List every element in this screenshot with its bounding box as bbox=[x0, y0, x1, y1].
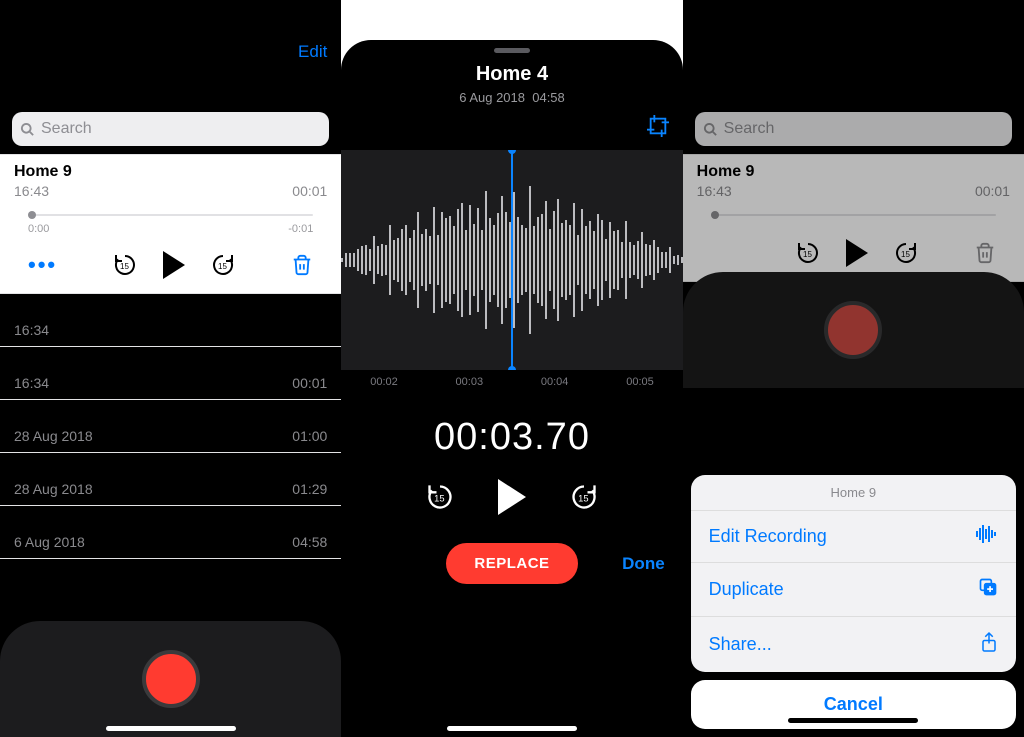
status-bar: 16:47 bbox=[341, 0, 682, 40]
home-indicator[interactable] bbox=[788, 718, 918, 723]
memo-duration: 01:00 bbox=[292, 428, 327, 444]
share-icon bbox=[980, 631, 998, 658]
skip-back-15-button[interactable]: 15 bbox=[426, 483, 454, 511]
memo-name: Home 4 bbox=[14, 514, 327, 532]
location-icon bbox=[399, 17, 411, 29]
memo-sub: 16:34 bbox=[14, 375, 49, 391]
memo-name: Home 7 bbox=[14, 355, 327, 373]
wifi-icon bbox=[618, 17, 634, 29]
memo-duration: 04:58 bbox=[292, 534, 327, 550]
home-indicator[interactable] bbox=[447, 726, 577, 731]
edit-recording-option[interactable]: Edit Recording bbox=[691, 511, 1016, 563]
cellular-icon bbox=[596, 18, 613, 29]
action-sheet: Home 9 Edit Recording Duplicate Share...… bbox=[691, 475, 1016, 729]
record-button[interactable] bbox=[142, 650, 200, 708]
svg-text:15: 15 bbox=[218, 262, 227, 271]
memo-sub: 6 Aug 2018 bbox=[14, 534, 85, 550]
memo-row-selected[interactable]: Home 9 16:43 00:01 0:00 -0:01 ••• 15 15 bbox=[0, 154, 341, 293]
wifi-icon bbox=[276, 17, 292, 29]
sheet-grabber[interactable] bbox=[494, 48, 530, 53]
search-placeholder: Search bbox=[41, 120, 92, 138]
memo-name: Home 9 bbox=[14, 163, 327, 181]
memo-row[interactable]: Home 8 16:34 bbox=[0, 293, 341, 346]
search-input[interactable]: Search bbox=[12, 112, 329, 146]
editor-sheet: Home 4 6 Aug 2018 04:58 00:0200:0300:040… bbox=[341, 40, 682, 737]
location-icon bbox=[58, 17, 70, 29]
waveform-icon bbox=[976, 525, 998, 548]
page-title: Voice Memos bbox=[0, 66, 341, 112]
phone-list-screen: 16:46 Edit Voice Memos Search Home 9 16:… bbox=[0, 0, 341, 737]
memo-duration: 01:29 bbox=[292, 481, 327, 497]
sheet-title: Home 9 bbox=[691, 475, 1016, 511]
trim-button[interactable] bbox=[647, 124, 669, 141]
more-button[interactable]: ••• bbox=[28, 252, 57, 278]
edit-row: Edit bbox=[0, 40, 341, 66]
memo-row[interactable]: Home 6 28 Aug 2018 01:00 bbox=[0, 399, 341, 452]
scrub-end: -0:01 bbox=[288, 223, 313, 235]
memo-row[interactable]: Home 4 6 Aug 2018 04:58 bbox=[0, 505, 341, 559]
editor-title: Home 4 bbox=[341, 63, 682, 86]
phone-edit-screen: 16:47 Home 4 6 Aug 2018 04:58 00:0200:03… bbox=[341, 0, 682, 737]
share-option[interactable]: Share... bbox=[691, 617, 1016, 672]
memo-duration: 00:01 bbox=[292, 375, 327, 391]
scrub-slider[interactable] bbox=[28, 209, 313, 221]
cellular-icon bbox=[254, 18, 271, 29]
record-dock bbox=[0, 621, 341, 737]
playhead[interactable] bbox=[511, 150, 513, 370]
play-button[interactable] bbox=[163, 251, 185, 279]
done-button[interactable]: Done bbox=[622, 554, 665, 574]
delete-button[interactable] bbox=[291, 253, 313, 277]
home-indicator[interactable] bbox=[106, 726, 236, 731]
memo-name: Home 5 bbox=[14, 461, 327, 479]
phone-actionsheet-screen: 16:46 Edit Voice Memos Search Home 9 16:… bbox=[683, 0, 1024, 737]
edit-button[interactable]: Edit bbox=[298, 42, 327, 61]
svg-text:15: 15 bbox=[120, 262, 129, 271]
memo-time: 16:43 bbox=[14, 183, 49, 199]
battery-icon bbox=[297, 17, 323, 29]
memo-duration: 00:01 bbox=[292, 183, 327, 199]
current-time: 00:03.70 bbox=[341, 416, 682, 459]
replace-button[interactable]: REPLACE bbox=[446, 543, 577, 584]
memo-name: Home 8 bbox=[14, 302, 327, 320]
duplicate-icon bbox=[978, 577, 998, 602]
play-button[interactable] bbox=[498, 479, 526, 515]
waveform[interactable] bbox=[341, 150, 682, 370]
svg-text:15: 15 bbox=[434, 494, 444, 504]
memo-row[interactable]: Home 7 16:34 00:01 bbox=[0, 346, 341, 399]
skip-back-15-button[interactable]: 15 bbox=[113, 253, 137, 277]
battery-icon bbox=[639, 17, 665, 29]
svg-text:15: 15 bbox=[578, 494, 588, 504]
memo-sub: 16:34 bbox=[14, 322, 49, 338]
scrub-start: 0:00 bbox=[28, 223, 49, 235]
memo-sub: 28 Aug 2018 bbox=[14, 481, 93, 497]
skip-fwd-15-button[interactable]: 15 bbox=[211, 253, 235, 277]
memo-sub: 28 Aug 2018 bbox=[14, 428, 93, 444]
status-bar: 16:46 bbox=[0, 0, 341, 40]
memo-name: Home 6 bbox=[14, 408, 327, 426]
time-ruler: 00:0200:0300:0400:05 bbox=[341, 370, 682, 394]
editor-meta: 6 Aug 2018 04:58 bbox=[341, 90, 682, 105]
status-time: 16:46 bbox=[18, 15, 54, 31]
memo-row[interactable]: Home 5 28 Aug 2018 01:29 bbox=[0, 452, 341, 505]
status-time: 16:47 bbox=[359, 15, 395, 31]
skip-fwd-15-button[interactable]: 15 bbox=[570, 483, 598, 511]
duplicate-option[interactable]: Duplicate bbox=[691, 563, 1016, 617]
